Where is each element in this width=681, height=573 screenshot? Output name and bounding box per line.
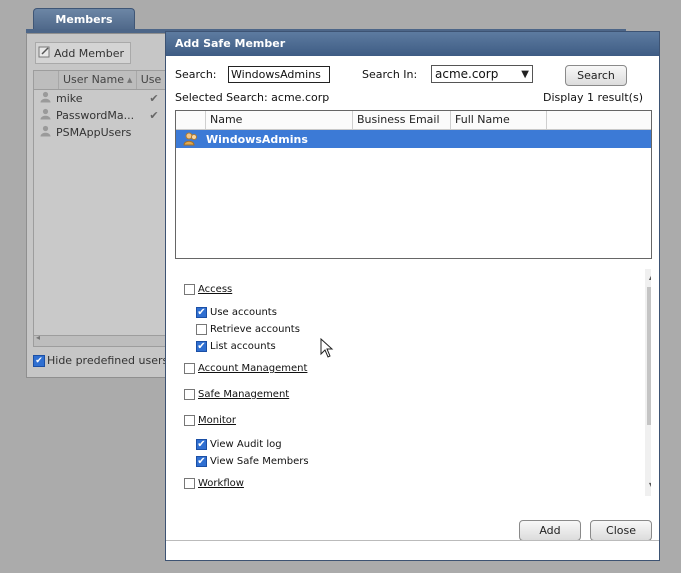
- list-item[interactable]: PSMAppUsers: [34, 124, 169, 141]
- member-name: PSMAppUsers: [56, 126, 132, 139]
- add-member-button[interactable]: Add Member: [35, 42, 132, 64]
- add-button[interactable]: Add: [519, 520, 581, 541]
- tab-members[interactable]: Members: [33, 8, 135, 31]
- search-in-select[interactable]: acme.corp ▼: [431, 65, 533, 83]
- search-in-value: acme.corp: [435, 67, 499, 81]
- hide-predefined-checkbox[interactable]: ✔: [33, 354, 45, 367]
- use-check-icon: ✔: [149, 109, 159, 122]
- result-row[interactable]: WindowsAdmins: [176, 130, 651, 148]
- search-in-label: Search In:: [362, 68, 418, 81]
- permission-checkbox[interactable]: [184, 478, 195, 489]
- permission-monitor[interactable]: Monitor: [184, 415, 236, 426]
- permission-label: Use accounts: [210, 307, 277, 318]
- results-icon-col: [176, 111, 206, 129]
- permission-label: Account Management: [198, 363, 308, 374]
- column-user-name[interactable]: User Name ▲: [59, 71, 137, 89]
- permission-checkbox[interactable]: ✔: [196, 307, 207, 318]
- mouse-cursor-icon: [320, 337, 334, 361]
- add-member-icon: [38, 45, 52, 62]
- result-count-text: Display 1 result(s): [543, 91, 643, 104]
- close-button[interactable]: Close: [590, 520, 652, 541]
- permission-checkbox[interactable]: ✔: [196, 456, 207, 467]
- search-input[interactable]: [228, 66, 330, 83]
- permission-list-accounts[interactable]: ✔ List accounts: [196, 341, 276, 352]
- member-name: PasswordMa...: [56, 109, 135, 122]
- group-icon: [176, 132, 206, 146]
- permission-checkbox[interactable]: ✔: [196, 439, 207, 450]
- permission-retrieve-accounts[interactable]: Retrieve accounts: [196, 324, 300, 335]
- column-full-name[interactable]: Full Name: [451, 111, 547, 129]
- permission-label: Safe Management: [198, 389, 290, 400]
- column-name[interactable]: Name: [206, 111, 353, 129]
- permission-label: View Safe Members: [210, 456, 309, 467]
- user-icon: [34, 91, 56, 106]
- permission-checkbox[interactable]: [184, 363, 195, 374]
- result-name: WindowsAdmins: [206, 132, 308, 146]
- scroll-thumb[interactable]: [647, 287, 651, 425]
- add-member-label: Add Member: [54, 46, 125, 60]
- user-icon: [34, 108, 56, 123]
- permission-checkbox[interactable]: [196, 324, 207, 335]
- results-header: Name Business Email Full Name: [176, 111, 651, 130]
- footer-divider: [166, 540, 659, 541]
- horizontal-scrollbar[interactable]: ◂: [34, 333, 169, 346]
- dialog-title: Add Safe Member: [166, 32, 659, 56]
- member-name: mike: [56, 92, 83, 105]
- permission-label: View Audit log: [210, 439, 282, 450]
- scroll-left-icon[interactable]: ◂: [36, 333, 40, 342]
- add-safe-member-dialog: Add Safe Member Search: Search In: acme.…: [165, 31, 660, 561]
- permissions-scrollbar[interactable]: ▲ ▼: [645, 269, 651, 496]
- search-label: Search:: [175, 68, 217, 81]
- member-grid: User Name ▲ Use mike ✔ PasswordMa... ✔ PSMAp…: [33, 70, 170, 347]
- scroll-up-icon[interactable]: ▲: [645, 272, 651, 281]
- results-grid: Name Business Email Full Name WindowsAdm…: [175, 110, 652, 259]
- permission-view-audit-log[interactable]: ✔ View Audit log: [196, 439, 282, 450]
- permission-label: Retrieve accounts: [210, 324, 300, 335]
- list-item[interactable]: mike ✔: [34, 90, 169, 107]
- sort-asc-icon: ▲: [127, 76, 133, 84]
- column-business-email[interactable]: Business Email: [353, 111, 451, 129]
- permission-label: Access: [198, 284, 233, 295]
- permission-checkbox[interactable]: [184, 415, 195, 426]
- permission-label: Workflow: [198, 478, 244, 489]
- selected-search-text: Selected Search: acme.corp: [175, 91, 330, 104]
- permission-view-safe-members[interactable]: ✔ View Safe Members: [196, 456, 309, 467]
- member-grid-header: User Name ▲ Use: [34, 71, 169, 90]
- member-grid-icon-col: [34, 71, 59, 89]
- permission-workflow[interactable]: Workflow: [184, 478, 244, 489]
- permission-checkbox[interactable]: ✔: [196, 341, 207, 352]
- permission-access[interactable]: Access: [184, 284, 232, 295]
- search-button[interactable]: Search: [565, 65, 627, 86]
- permission-label: Monitor: [198, 415, 237, 426]
- chevron-down-icon: ▼: [521, 68, 529, 80]
- permissions-panel: Access ✔ Use accounts Retrieve accounts ✔ Lis…: [175, 269, 651, 496]
- permission-checkbox[interactable]: [184, 389, 195, 400]
- permission-account-management[interactable]: Account Management: [184, 363, 307, 374]
- user-icon: [34, 125, 56, 140]
- use-check-icon: ✔: [149, 92, 159, 105]
- list-item[interactable]: PasswordMa... ✔: [34, 107, 169, 124]
- permission-safe-management[interactable]: Safe Management: [184, 389, 289, 400]
- scroll-down-icon[interactable]: ▼: [645, 481, 651, 490]
- permission-checkbox[interactable]: [184, 284, 195, 295]
- permission-label: List accounts: [210, 341, 276, 352]
- permission-use-accounts[interactable]: ✔ Use accounts: [196, 307, 277, 318]
